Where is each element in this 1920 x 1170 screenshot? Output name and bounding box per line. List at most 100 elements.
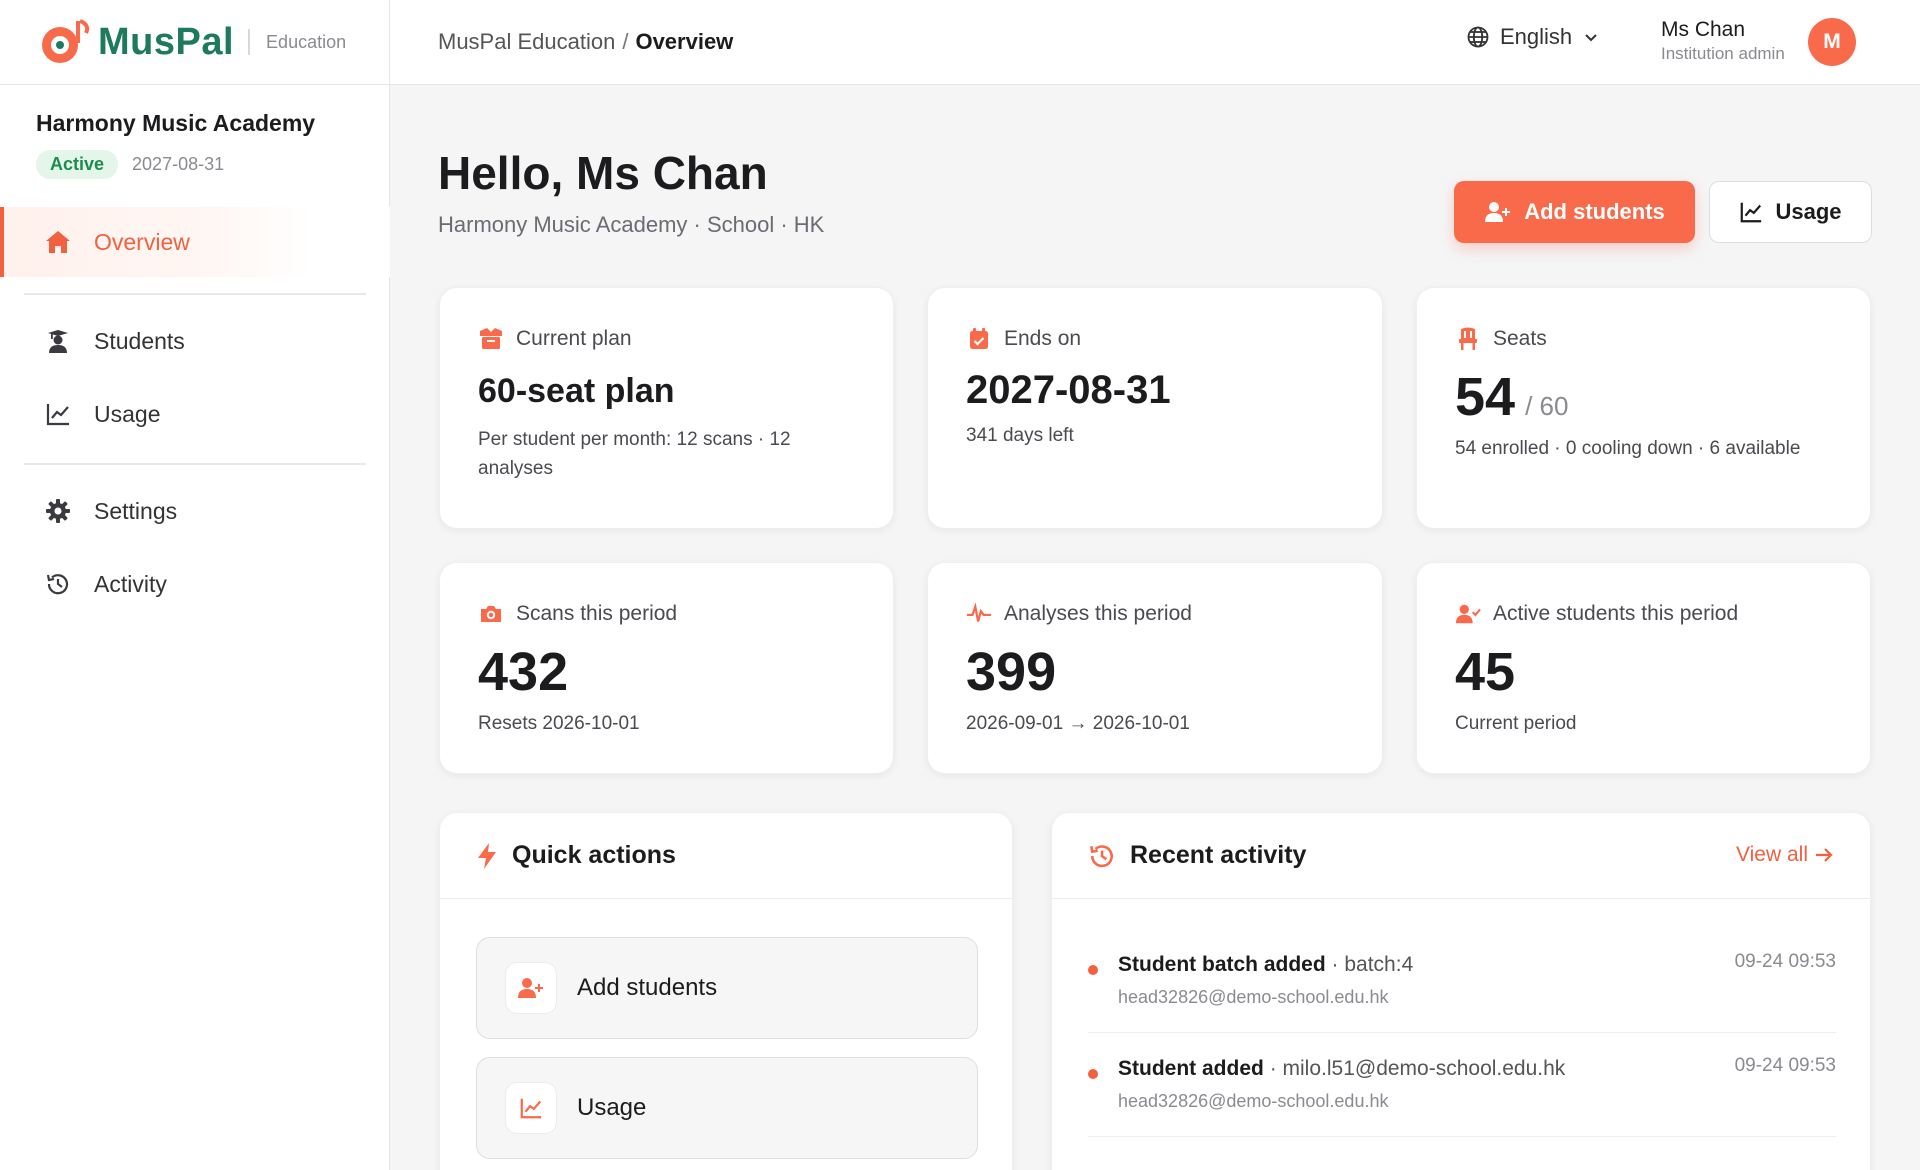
analyses-value: 399 — [966, 642, 1057, 702]
card-label: Ends on — [966, 326, 1081, 352]
analyses-card: Analyses this period 399 2026-09-01 → 20… — [927, 562, 1383, 774]
breadcrumb: MusPal Education / Overview — [438, 29, 733, 55]
activity-text: Student batch added · batch:4 — [1118, 953, 1413, 977]
recent-activity-panel: Recent activity View all Student batch a… — [1051, 812, 1871, 1170]
language-selector[interactable]: English — [1466, 24, 1600, 50]
quick-action-usage[interactable]: Usage — [476, 1057, 978, 1159]
card-label: Active students this period — [1455, 601, 1738, 627]
recent-activity-title: Recent activity — [1130, 841, 1307, 869]
card-label: Seats — [1455, 326, 1547, 352]
sidebar-divider — [24, 293, 366, 295]
page-subtitle: Harmony Music Academy · School · HK — [438, 212, 825, 237]
quick-action-label: Usage — [577, 1094, 647, 1121]
activity-dot — [1088, 1069, 1098, 1079]
seats-total: / 60 — [1525, 391, 1569, 421]
history-icon — [1089, 844, 1113, 867]
breadcrumb-root[interactable]: MusPal Education — [438, 29, 615, 55]
user-info[interactable]: Ms Chan Institution admin — [1661, 18, 1785, 64]
org-expiry-date: 2027-08-31 — [132, 154, 225, 174]
sidebar: Harmony Music Academy Active 2027-08-31 … — [0, 85, 390, 1170]
sidebar-item-label: Activity — [94, 570, 167, 597]
scans-reset: Resets 2026-10-01 — [478, 713, 640, 734]
activity-actor: head32826@demo-school.edu.hk — [1118, 987, 1389, 1007]
user-name: Ms Chan — [1661, 18, 1746, 41]
activity-action: Student added — [1118, 1057, 1264, 1080]
active-students-period: Current period — [1455, 713, 1577, 734]
scans-value: 432 — [478, 642, 569, 702]
chevron-down-icon — [1585, 34, 1597, 42]
add-students-label: Add students — [1524, 199, 1665, 224]
usage-button[interactable]: Usage — [1709, 181, 1872, 243]
usage-label: Usage — [1775, 199, 1842, 224]
status-badge: Active — [36, 150, 119, 179]
gear-icon — [44, 497, 72, 525]
activity-detail: · milo.l51@demo-school.edu.hk — [1269, 1057, 1566, 1080]
pulse-icon — [966, 601, 992, 627]
sidebar-divider — [24, 463, 366, 465]
analyses-period: 2026-09-01 → 2026-10-01 — [966, 713, 1190, 734]
seats-value-group: 54 / 60 — [1455, 366, 1568, 428]
muspal-logo-icon — [42, 19, 90, 63]
card-label: Scans this period — [478, 601, 677, 627]
active-students-card: Active students this period 45 Current p… — [1416, 562, 1871, 774]
sidebar-item-usage[interactable]: Usage — [0, 379, 390, 449]
brand-subtitle: Education — [266, 31, 347, 52]
card-label: Current plan — [478, 326, 632, 352]
quick-actions-title: Quick actions — [512, 841, 676, 869]
graduate-icon — [44, 327, 72, 355]
chart-line-icon — [1741, 202, 1762, 223]
brand-name: MusPal — [98, 20, 235, 63]
sidebar-item-label: Settings — [94, 497, 178, 524]
activity-actor: head32826@demo-school.edu.hk — [1118, 1091, 1389, 1111]
brand[interactable]: MusPal Education — [0, 0, 390, 85]
brand-divider — [248, 29, 251, 55]
user-check-icon — [1455, 601, 1481, 627]
seats-breakdown: 54 enrolled · 0 cooling down · 6 availab… — [1455, 438, 1801, 459]
activity-row[interactable]: Student batch added · batch:4 head32826@… — [1088, 929, 1836, 1033]
sidebar-item-activity[interactable]: Activity — [0, 549, 390, 619]
sidebar-item-label: Usage — [94, 400, 161, 427]
activity-row[interactable]: Student added · milo.l51@demo-school.edu… — [1088, 1033, 1836, 1137]
sidebar-item-overview[interactable]: Overview — [0, 207, 390, 277]
card-label: Analyses this period — [966, 601, 1192, 627]
avatar[interactable]: M — [1808, 18, 1856, 66]
activity-time: 09-24 09:53 — [1734, 951, 1836, 972]
top-header: MusPal Education MusPal Education / Over… — [0, 0, 1920, 85]
quick-action-add-students[interactable]: Add students — [476, 937, 978, 1039]
org-status: Active 2027-08-31 — [36, 150, 224, 179]
user-role: Institution admin — [1661, 44, 1785, 63]
scans-card: Scans this period 432 Resets 2026-10-01 — [439, 562, 894, 774]
user-plus-icon — [1485, 202, 1511, 222]
lightning-icon — [478, 842, 496, 869]
current-plan-card: Current plan 60-seat plan Per student pe… — [439, 287, 894, 529]
view-all-link[interactable]: View all — [1736, 843, 1834, 867]
org-name: Harmony Music Academy — [36, 110, 316, 136]
globe-icon — [1467, 26, 1489, 48]
activity-detail: · batch:4 — [1331, 953, 1414, 976]
current-plan-value: 60-seat plan — [478, 372, 675, 410]
language-label: English — [1500, 24, 1573, 49]
camera-icon — [478, 601, 504, 627]
activity-text: Student added · milo.l51@demo-school.edu… — [1118, 1057, 1565, 1081]
activity-action: Student batch added — [1118, 953, 1326, 976]
days-left: 341 days left — [966, 425, 1074, 446]
add-students-button[interactable]: Add students — [1454, 181, 1695, 243]
chart-line-icon — [505, 1082, 557, 1134]
activity-dot — [1088, 965, 1098, 975]
seats-card: Seats 54 / 60 54 enrolled · 0 cooling do… — [1416, 287, 1871, 529]
seats-used: 54 — [1455, 367, 1516, 427]
active-students-value: 45 — [1455, 642, 1516, 702]
current-plan-detail: Per student per month: 12 scans · 12 ana… — [478, 429, 791, 479]
chart-line-icon — [44, 400, 72, 428]
chair-icon — [1455, 326, 1481, 352]
arrow-right-icon — [1816, 848, 1833, 862]
sidebar-item-students[interactable]: Students — [0, 306, 390, 376]
breadcrumb-separator: / — [622, 29, 629, 54]
sidebar-item-settings[interactable]: Settings — [0, 476, 390, 546]
ends-on-value: 2027-08-31 — [966, 368, 1171, 412]
breadcrumb-current: Overview — [635, 29, 734, 54]
user-plus-icon — [505, 962, 557, 1014]
quick-action-label: Add students — [577, 974, 718, 1001]
quick-actions-header: Quick actions — [440, 813, 1012, 899]
activity-time: 09-24 09:53 — [1734, 1055, 1836, 1076]
